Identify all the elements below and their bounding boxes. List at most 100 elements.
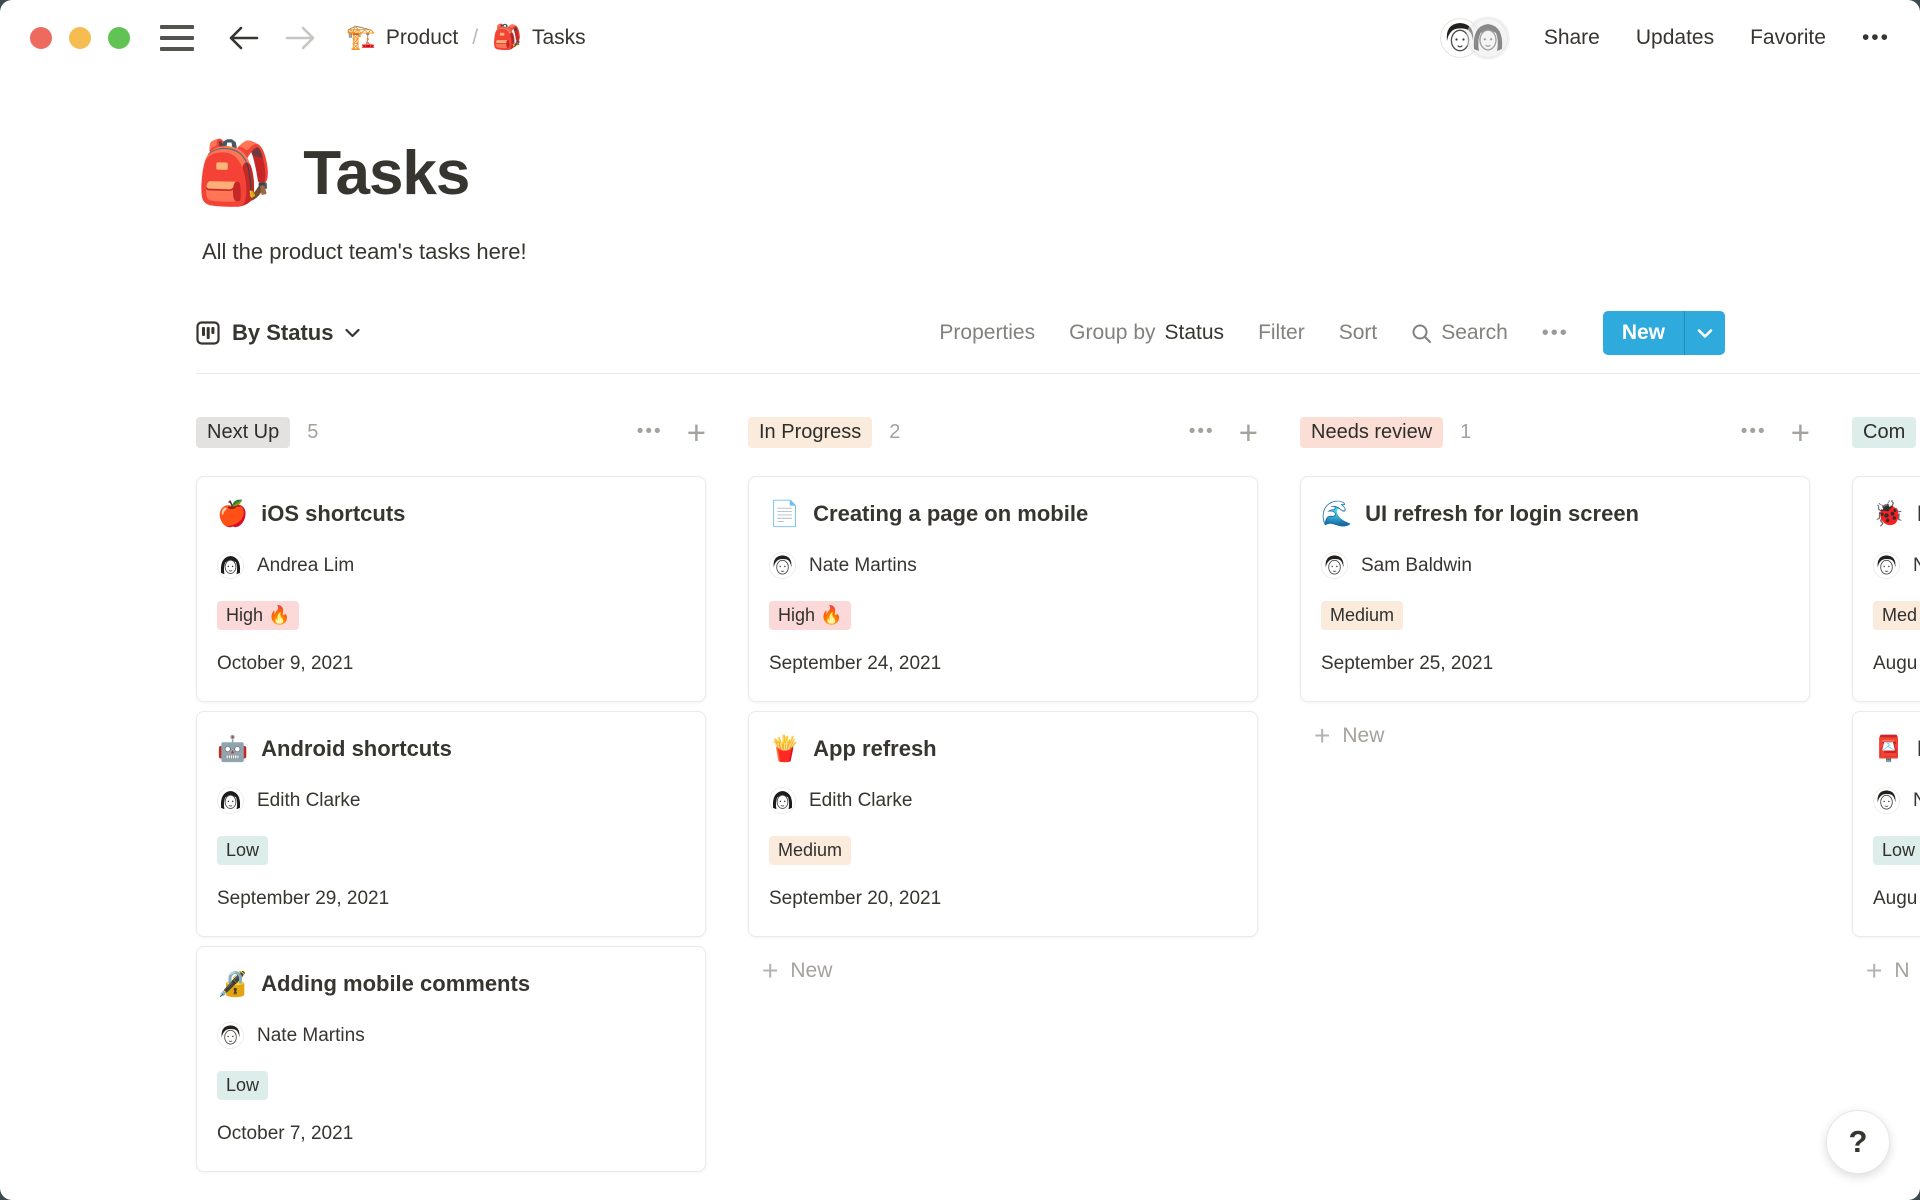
more-options-icon[interactable]: ••• — [1862, 26, 1890, 50]
column-add-icon[interactable]: + — [687, 416, 706, 449]
filter-button[interactable]: Filter — [1258, 321, 1305, 345]
board-column-completed: Com 🐞D N Med Augu 📮E N Low Augu + N — [1852, 414, 1920, 995]
backpack-icon: 🎒 — [492, 26, 522, 50]
share-button[interactable]: Share — [1544, 26, 1600, 50]
breadcrumb: 🏗️ Product / 🎒 Tasks — [346, 26, 586, 50]
arrow-left-icon — [228, 24, 260, 52]
column-more-icon[interactable]: ••• — [1189, 421, 1215, 443]
board-view-icon — [196, 321, 220, 345]
column-add-icon[interactable]: + — [1791, 416, 1810, 449]
avatar-man — [769, 552, 796, 579]
assignee-name: Andrea Lim — [257, 555, 354, 577]
breadcrumb-label: Tasks — [532, 26, 586, 50]
task-title: Creating a page on mobile — [813, 501, 1088, 527]
notion-window: 🏗️ Product / 🎒 Tasks Share Updates Favor… — [0, 0, 1920, 1200]
presence-avatars[interactable] — [1440, 18, 1508, 58]
priority-tag: Low — [217, 1071, 268, 1100]
group-by-value: Status — [1165, 321, 1225, 345]
ladybug-icon: 🐞 — [1873, 502, 1904, 527]
breadcrumb-item-product[interactable]: 🏗️ Product — [346, 26, 458, 50]
properties-button[interactable]: Properties — [939, 321, 1035, 345]
new-button[interactable]: New — [1603, 311, 1684, 355]
minimize-window-button[interactable] — [69, 27, 91, 49]
column-status-pill[interactable]: Com — [1852, 417, 1916, 448]
column-more-icon[interactable]: ••• — [637, 421, 663, 443]
due-date: October 7, 2021 — [217, 1123, 685, 1145]
task-card[interactable]: 📄Creating a page on mobile Nate Martins … — [748, 476, 1258, 702]
close-window-button[interactable] — [30, 27, 52, 49]
page-header: 🎒 Tasks All the product team's tasks her… — [0, 138, 1920, 265]
assignee-name: N — [1913, 790, 1920, 812]
priority-tag: High 🔥 — [217, 601, 299, 630]
group-by-button[interactable]: Group by Status — [1069, 321, 1224, 345]
search-label: Search — [1441, 321, 1508, 345]
assignee-name: Nate Martins — [257, 1025, 365, 1047]
add-card-button[interactable]: + N — [1852, 947, 1920, 995]
chevron-down-icon — [1697, 328, 1713, 339]
view-name: By Status — [232, 320, 333, 346]
plus-icon: + — [1866, 957, 1882, 985]
column-status-pill[interactable]: In Progress — [748, 417, 872, 448]
priority-tag: Med — [1873, 601, 1920, 630]
new-dropdown-button[interactable] — [1685, 311, 1725, 355]
task-card[interactable]: 🌊UI refresh for login screen Sam Baldwin… — [1300, 476, 1810, 702]
due-date: October 9, 2021 — [217, 653, 685, 675]
updates-button[interactable]: Updates — [1636, 26, 1714, 50]
plus-icon: + — [762, 957, 778, 985]
add-card-label: New — [790, 959, 832, 983]
wave-icon: 🌊 — [1321, 502, 1352, 527]
avatar-man — [1321, 552, 1348, 579]
forward-button[interactable] — [284, 24, 316, 52]
task-title: iOS shortcuts — [261, 501, 405, 527]
help-button[interactable]: ? — [1826, 1110, 1890, 1174]
breadcrumb-item-tasks[interactable]: 🎒 Tasks — [492, 26, 586, 50]
avatar-woman — [1468, 18, 1508, 58]
task-card[interactable]: 📮E N Low Augu — [1852, 711, 1920, 937]
avatar-woman — [217, 552, 244, 579]
avatar-woman — [217, 787, 244, 814]
column-header: Next Up 5 ••• + — [196, 414, 706, 450]
topbar-actions: Share Updates Favorite ••• — [1440, 18, 1890, 58]
task-title: Adding mobile comments — [261, 971, 530, 997]
assignee-name: Nate Martins — [809, 555, 917, 577]
view-more-options-icon[interactable]: ••• — [1542, 322, 1569, 345]
column-more-icon[interactable]: ••• — [1741, 421, 1767, 443]
chevron-down-icon — [345, 328, 360, 338]
column-count: 1 — [1460, 421, 1471, 444]
new-button-group: New — [1603, 311, 1725, 355]
assignee-name: Sam Baldwin — [1361, 555, 1472, 577]
due-date: Augu — [1873, 888, 1920, 910]
avatar-woman — [769, 787, 796, 814]
sort-button[interactable]: Sort — [1339, 321, 1378, 345]
fries-icon: 🍟 — [769, 737, 800, 762]
search-button[interactable]: Search — [1411, 321, 1508, 345]
assignee-name: Edith Clarke — [809, 790, 913, 812]
add-card-button[interactable]: + New — [1300, 712, 1810, 760]
task-title: App refresh — [813, 736, 936, 762]
page-description: All the product team's tasks here! — [202, 239, 1920, 265]
due-date: September 20, 2021 — [769, 888, 1237, 910]
column-add-icon[interactable]: + — [1239, 416, 1258, 449]
postbox-icon: 📮 — [1873, 737, 1904, 762]
board-column-next-up: Next Up 5 ••• + 🍎 iOS shortcuts Andrea Li… — [196, 414, 706, 1181]
page-icon-backpack[interactable]: 🎒 — [196, 143, 273, 205]
priority-tag: High 🔥 — [769, 601, 851, 630]
maximize-window-button[interactable] — [108, 27, 130, 49]
favorite-button[interactable]: Favorite — [1750, 26, 1826, 50]
task-card[interactable]: 🐞D N Med Augu — [1852, 476, 1920, 702]
task-card[interactable]: 🔏Adding mobile comments Nate Martins Low… — [196, 946, 706, 1172]
robot-icon: 🤖 — [217, 737, 248, 762]
avatar-man — [1873, 787, 1900, 814]
task-card[interactable]: 🍟App refresh Edith Clarke Medium Septemb… — [748, 711, 1258, 937]
back-button[interactable] — [228, 24, 260, 52]
task-card[interactable]: 🤖Android shortcuts Edith Clarke Low Sept… — [196, 711, 706, 937]
assignee-name: Edith Clarke — [257, 790, 361, 812]
column-status-pill[interactable]: Next Up — [196, 417, 290, 448]
sidebar-toggle-button[interactable] — [160, 25, 228, 51]
view-switcher[interactable]: By Status — [196, 320, 360, 346]
apple-icon: 🍎 — [217, 502, 248, 527]
topbar: 🏗️ Product / 🎒 Tasks Share Updates Favor… — [0, 0, 1920, 76]
column-status-pill[interactable]: Needs review — [1300, 417, 1443, 448]
add-card-button[interactable]: + New — [748, 947, 1258, 995]
task-card[interactable]: 🍎 iOS shortcuts Andrea Lim High 🔥 October… — [196, 476, 706, 702]
